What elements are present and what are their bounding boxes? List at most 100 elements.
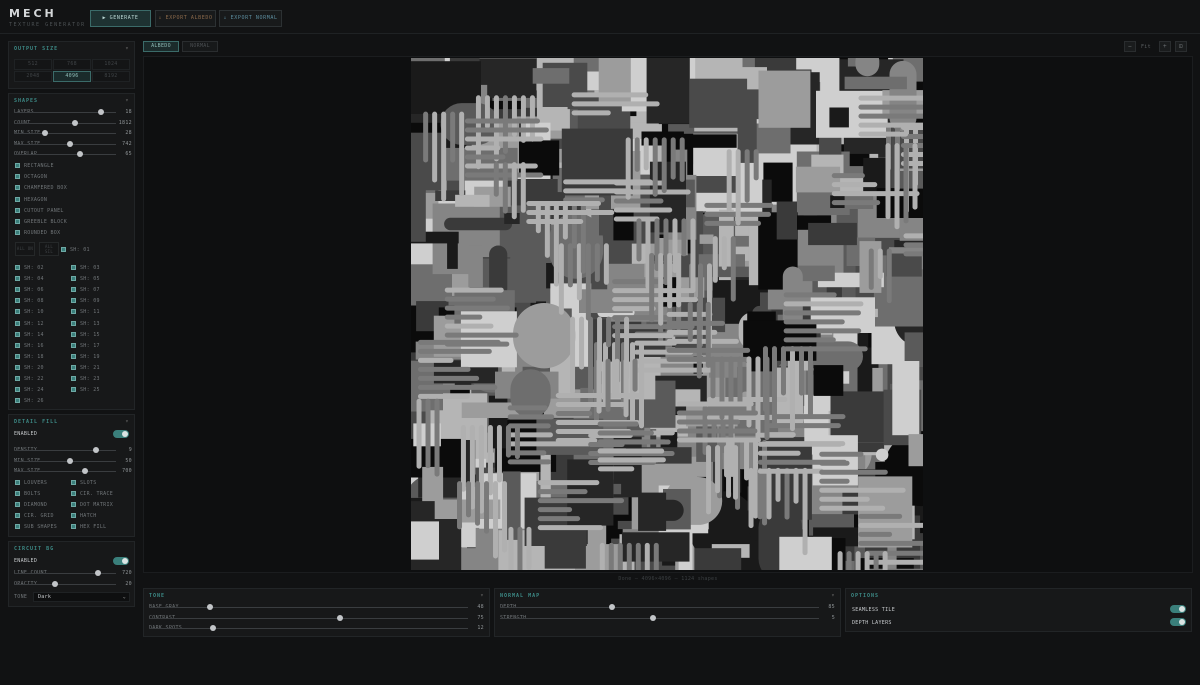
slider-knob[interactable] <box>206 604 213 610</box>
slider-knob[interactable] <box>72 119 79 126</box>
checkbox-box[interactable] <box>71 491 76 496</box>
slider-track[interactable] <box>14 154 116 155</box>
checkbox-box[interactable] <box>15 230 20 236</box>
checkbox-box[interactable] <box>15 185 20 191</box>
seamless-toggle[interactable] <box>1170 605 1186 613</box>
slider-knob[interactable] <box>51 580 58 587</box>
checkbox-box[interactable] <box>15 502 20 507</box>
checkbox-box[interactable] <box>71 309 76 315</box>
slider-track[interactable] <box>14 583 116 585</box>
slider-knob[interactable] <box>92 447 99 453</box>
slider-knob[interactable] <box>94 570 101 576</box>
slider-track[interactable] <box>149 628 468 629</box>
slider-knob[interactable] <box>67 140 74 147</box>
checkbox-box[interactable] <box>15 298 20 304</box>
checkbox-box[interactable] <box>71 364 76 370</box>
texture-bar <box>571 101 660 107</box>
tab-normal[interactable]: NORMAL <box>182 41 218 52</box>
collapse-chevron-icon[interactable]: ▾ <box>125 97 129 104</box>
depth-layers-toggle[interactable] <box>1170 618 1186 626</box>
slider-track[interactable] <box>14 133 116 134</box>
slider-track[interactable] <box>149 617 468 619</box>
checkbox-box[interactable] <box>71 376 76 381</box>
checkbox-box[interactable] <box>15 398 20 404</box>
checkbox-box[interactable] <box>71 342 76 348</box>
checkbox-box[interactable] <box>71 287 76 293</box>
slider-knob[interactable] <box>608 604 615 610</box>
checkbox-box[interactable] <box>15 376 20 381</box>
canvas-viewport[interactable] <box>143 56 1193 573</box>
slider-knob[interactable] <box>82 468 89 474</box>
checkbox-box[interactable] <box>71 331 76 337</box>
all-sil-button[interactable]: ALL SIL <box>39 242 59 256</box>
checkbox-box[interactable] <box>71 265 76 270</box>
export-normal-button[interactable]: ↓ EXPORT NORMAL <box>219 10 282 27</box>
slider-track[interactable] <box>14 460 116 462</box>
collapse-chevron-icon[interactable]: ▾ <box>125 418 129 425</box>
checkbox-box[interactable] <box>15 174 20 180</box>
checkbox-box[interactable] <box>15 320 20 326</box>
size-option-512[interactable]: 512 <box>14 59 52 70</box>
slider-track[interactable] <box>14 471 116 472</box>
zoom-out-button[interactable]: − <box>1124 41 1136 52</box>
tab-albedo[interactable]: ALBEDO <box>143 41 179 52</box>
slider-track[interactable] <box>500 607 819 608</box>
slider-knob[interactable] <box>77 151 84 157</box>
checkbox-box[interactable] <box>15 480 20 485</box>
size-option-768[interactable]: 768 <box>53 59 91 70</box>
slider-knob[interactable] <box>337 614 344 621</box>
checkbox-box[interactable] <box>15 309 20 315</box>
checkbox-box[interactable] <box>71 276 76 282</box>
generate-button[interactable]: ▶ GENERATE <box>90 10 151 27</box>
checkbox-box[interactable] <box>15 331 20 337</box>
checkbox-box[interactable] <box>71 387 76 393</box>
slider-knob[interactable] <box>67 457 74 464</box>
slider-knob[interactable] <box>650 614 657 621</box>
checkbox-box[interactable] <box>71 502 76 507</box>
checkbox-box[interactable] <box>15 513 20 518</box>
size-option-2048[interactable]: 2048 <box>14 71 52 82</box>
zoom-in-button[interactable]: + <box>1159 41 1171 52</box>
tone-select[interactable]: Dark ⌄ <box>33 592 130 602</box>
slider-track[interactable] <box>14 143 116 145</box>
slider-track[interactable] <box>149 607 468 608</box>
slider-knob[interactable] <box>209 625 216 631</box>
slider-track[interactable] <box>14 573 116 574</box>
zoom-fit-button[interactable]: ⊡ <box>1175 41 1187 52</box>
export-albedo-button[interactable]: ↓ EXPORT ALBEDO <box>155 10 216 27</box>
size-option-8192[interactable]: 8192 <box>92 71 130 82</box>
checkbox-box[interactable] <box>71 298 76 304</box>
checkbox-box[interactable] <box>71 480 76 485</box>
checkbox-box[interactable] <box>15 353 20 359</box>
checkbox-box[interactable] <box>15 207 20 213</box>
slider-knob[interactable] <box>41 130 48 136</box>
checkbox-box[interactable] <box>15 276 20 282</box>
checkbox-box[interactable] <box>15 524 20 529</box>
slider-track[interactable] <box>500 617 819 619</box>
checkbox-box[interactable] <box>15 364 20 370</box>
all-on-button[interactable]: ALL ON <box>15 242 35 256</box>
slider-track[interactable] <box>14 450 116 451</box>
collapse-chevron-icon[interactable]: ▾ <box>831 592 835 599</box>
checkbox-box[interactable] <box>15 287 20 293</box>
checkbox-box[interactable] <box>71 353 76 359</box>
checkbox-box[interactable] <box>15 387 20 393</box>
checkbox-box[interactable] <box>15 265 20 270</box>
circuit-enabled-toggle[interactable] <box>113 557 129 565</box>
checkbox-box[interactable] <box>71 524 76 529</box>
size-option-1024[interactable]: 1024 <box>92 59 130 70</box>
checkbox-box[interactable] <box>71 320 76 326</box>
checkbox-box[interactable] <box>15 491 20 496</box>
checkbox-box[interactable] <box>15 342 20 348</box>
slider-knob[interactable] <box>97 109 104 115</box>
checkbox-box[interactable] <box>15 219 20 224</box>
checkbox-box[interactable] <box>61 247 66 252</box>
collapse-chevron-icon[interactable]: ▾ <box>125 45 129 52</box>
collapse-chevron-icon[interactable]: ▾ <box>480 592 484 599</box>
detail-enabled-toggle[interactable] <box>113 430 129 438</box>
slider-track[interactable] <box>14 122 116 124</box>
checkbox-box[interactable] <box>15 196 20 202</box>
checkbox-box[interactable] <box>71 513 76 518</box>
size-option-4096[interactable]: 4096 <box>53 71 91 82</box>
checkbox-box[interactable] <box>15 163 20 168</box>
